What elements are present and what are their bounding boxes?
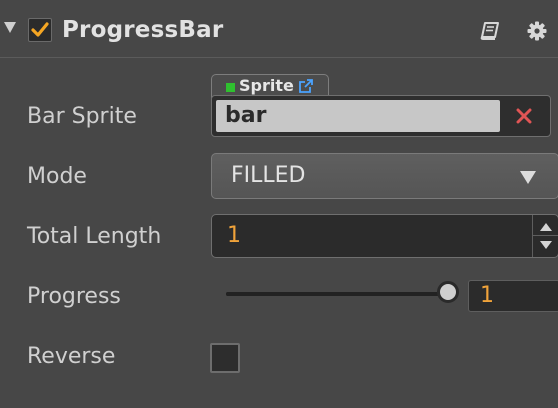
total-length-stepper[interactable] [532,215,558,257]
book-icon[interactable] [480,22,500,40]
bar-sprite-value-box[interactable]: bar [216,100,500,132]
triangle-down-icon[interactable] [4,22,16,33]
progress-slider-fill [226,292,448,296]
checkmark-icon [31,22,49,37]
progress-input[interactable]: 1 [468,280,558,312]
component-title: ProgressBar [62,17,224,43]
progress-slider-handle[interactable] [437,281,459,303]
gear-icon[interactable] [527,21,547,41]
total-length-label: Total Length [27,224,162,249]
bar-sprite-field[interactable]: bar [211,95,551,137]
close-icon[interactable] [516,108,532,124]
progress-slider-track[interactable] [226,292,448,296]
reverse-label: Reverse [27,344,116,369]
increment-icon[interactable] [540,223,552,231]
bar-sprite-value: bar [225,103,267,128]
enable-checkbox[interactable] [28,18,52,42]
sprite-type-icon [226,83,235,92]
reverse-checkbox[interactable] [210,343,240,373]
total-length-input[interactable]: 1 [211,214,558,258]
progress-label: Progress [27,284,121,309]
mode-select[interactable]: FILLED [211,153,558,199]
external-link-icon[interactable] [298,78,314,94]
asset-type-label: Sprite [239,76,294,95]
progress-value: 1 [480,283,494,308]
mode-label: Mode [27,164,87,189]
total-length-value: 1 [227,223,241,248]
mode-value: FILLED [231,163,306,188]
decrement-icon[interactable] [540,241,552,249]
bar-sprite-label: Bar Sprite [27,104,137,129]
component-header: ProgressBar [0,0,558,58]
chevron-down-icon [520,171,536,184]
stepper-divider [533,235,558,236]
